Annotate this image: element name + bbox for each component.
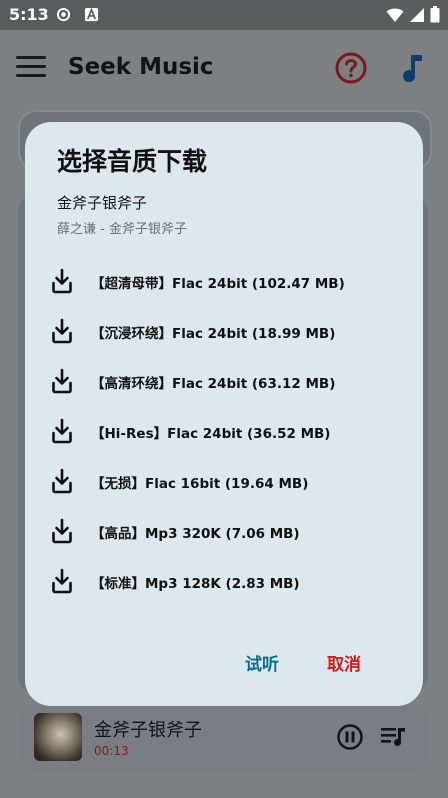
wifi-icon (386, 8, 404, 22)
quality-option-label: 【超清母带】Flac 24bit (102.47 MB) (91, 276, 345, 292)
app-notification-icon (84, 7, 99, 22)
battery-icon (430, 6, 440, 23)
quality-option[interactable]: 【Hi-Res】Flac 24bit (36.52 MB) (25, 406, 423, 456)
dialog-subtitle: 薛之谦 - 金斧子银斧子 (57, 222, 187, 237)
dialog-song-title: 金斧子银斧子 (57, 194, 148, 212)
signal-icon (409, 8, 424, 22)
status-time: 5:13 (9, 5, 49, 24)
quality-option-label: 【标准】Mp3 128K (2.83 MB) (91, 576, 300, 592)
cancel-button[interactable]: 取消 (327, 650, 361, 675)
quality-option[interactable]: 【无损】Flac 16bit (19.64 MB) (25, 456, 423, 506)
download-icon (52, 318, 72, 344)
download-icon (52, 568, 72, 594)
app-title: Seek Music (68, 54, 214, 80)
download-icon (52, 268, 72, 294)
quality-options: 【超清母带】Flac 24bit (102.47 MB) 【沉浸环绕】Flac … (25, 256, 423, 606)
quality-option-label: 【无损】Flac 16bit (19.64 MB) (91, 476, 309, 492)
app-bar: Seek Music (0, 30, 448, 106)
menu-icon[interactable] (16, 56, 46, 80)
help-icon[interactable] (334, 51, 368, 85)
quality-dialog: 选择音质下载 金斧子银斧子 薛之谦 - 金斧子银斧子 【超清母带】Flac 24… (25, 122, 423, 706)
listen-button[interactable]: 试听 (245, 650, 279, 675)
quality-option[interactable]: 【沉浸环绕】Flac 24bit (18.99 MB) (25, 306, 423, 356)
mini-player[interactable]: 金斧子银斧子 00:13 (20, 704, 428, 770)
status-bar: 5:13 (0, 0, 448, 30)
quality-option-label: 【沉浸环绕】Flac 24bit (18.99 MB) (91, 326, 336, 342)
download-icon (52, 468, 72, 494)
album-art (34, 713, 82, 761)
music-note-icon[interactable] (398, 51, 426, 85)
player-time: 00:13 (94, 744, 129, 758)
record-icon (56, 7, 71, 22)
quality-option[interactable]: 【高品】Mp3 320K (7.06 MB) (25, 506, 423, 556)
quality-option[interactable]: 【标准】Mp3 128K (2.83 MB) (25, 556, 423, 606)
download-icon (52, 518, 72, 544)
pause-icon[interactable] (336, 723, 364, 751)
download-icon (52, 368, 72, 394)
download-icon (52, 418, 72, 444)
quality-option-label: 【高清环绕】Flac 24bit (63.12 MB) (91, 376, 336, 392)
quality-option[interactable]: 【超清母带】Flac 24bit (102.47 MB) (25, 256, 423, 306)
quality-option-label: 【Hi-Res】Flac 24bit (36.52 MB) (91, 426, 331, 442)
playlist-icon[interactable] (380, 725, 406, 749)
quality-option-label: 【高品】Mp3 320K (7.06 MB) (91, 526, 300, 542)
status-right-icons (386, 6, 440, 27)
dialog-title: 选择音质下载 (57, 147, 208, 176)
player-title: 金斧子银斧子 (94, 720, 202, 741)
quality-option[interactable]: 【高清环绕】Flac 24bit (63.12 MB) (25, 356, 423, 406)
